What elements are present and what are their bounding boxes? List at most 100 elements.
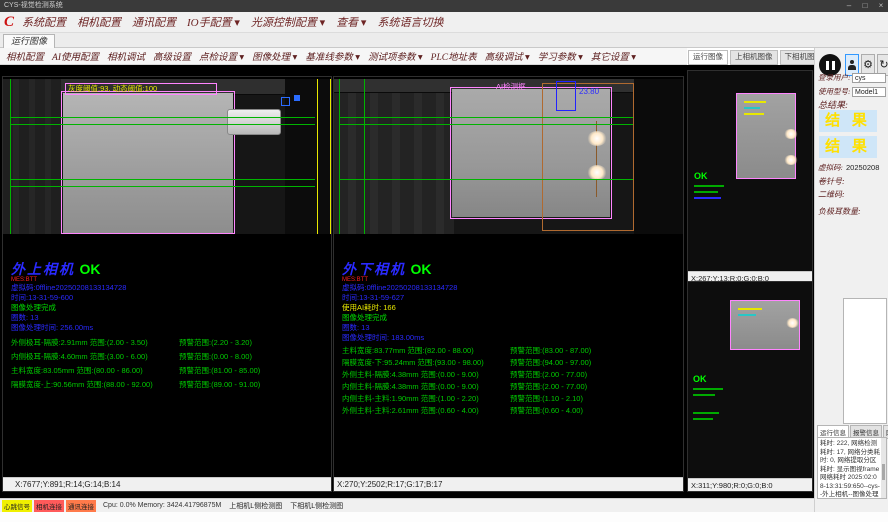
measurement-row: 外侧极耳-隔膜:2.91mm 范围:(2.00 - 3.50) 预警范围:(2.… <box>11 337 327 351</box>
left-coordinate-bar: X:7677;Y:891;R:14;G:14;B:14 <box>3 477 331 491</box>
left-result-header: 外上相机 OK MES:BTT 虚拟码:0ffline2025020813313… <box>11 259 126 333</box>
menu-camera-config[interactable]: 相机配置 <box>77 14 121 30</box>
measurement-warning: 预警范围:(94.00 - 97.00) <box>510 357 591 369</box>
measurement-text: 外侧主料-主料:2.61mm 范围:(0.60 - 4.00) <box>342 405 510 417</box>
upper-camera-link[interactable]: 上相机L侧检测图 <box>229 501 282 511</box>
machinery-left-column <box>3 79 61 234</box>
cpu-memory-status: Cpu: 0.0% Memory: 3424.41796875M <box>103 502 221 509</box>
left-loop-count: 圈数: 13 <box>11 313 126 323</box>
menu-io-config[interactable]: IO手配置 ▾ <box>187 14 240 30</box>
roi-pink-box <box>61 91 235 234</box>
preview-tab-strip: 运行图像 上相机图像 下相机图像 <box>688 50 827 65</box>
right-coordinate-bar: X:270;Y:2502;R:17;G:17;B:17 <box>334 477 683 491</box>
model-label: 使用型号: <box>818 86 851 97</box>
window-title: CYS-视觉检测系统 <box>4 2 63 9</box>
result-list[interactable] <box>843 298 887 424</box>
machinery-right-dark <box>285 79 331 234</box>
preview-ok-badge: OK <box>693 374 707 384</box>
green-guide-line <box>339 179 633 180</box>
left-camera-view[interactable]: 灰度阈值:93, 动态阈值:100 外上相机 OK MES:BTT 虚拟码:0f… <box>2 76 332 492</box>
tool-image-processing[interactable]: 图像处理 ▾ <box>252 49 297 63</box>
lower-camera-preview[interactable]: OK X:311;Y:980;R:0;G:0;B:0 <box>687 281 813 492</box>
tool-baseline-params[interactable]: 基准线参数 ▾ <box>305 49 360 63</box>
left-measurement-list: 外侧极耳-隔膜:2.91mm 范围:(2.00 - 3.50) 预警范围:(2.… <box>11 337 327 393</box>
window-controls: – □ × <box>844 0 886 12</box>
tool-camera-debug[interactable]: 相机调试 <box>107 49 145 63</box>
preview-tab-run[interactable]: 运行图像 <box>688 50 728 65</box>
right-virtual-code: 虚拟码:0ffline20250208133134728 <box>342 283 457 293</box>
maximize-icon[interactable]: □ <box>860 0 870 12</box>
measurement-warning: 预警范围:(2.00 - 77.00) <box>510 381 587 393</box>
measurement-text: 隔膜宽度-上:90.56mm 范围:(88.00 - 92.00) <box>11 379 179 393</box>
measurement-text: 内侧极耳-隔膜:4.60mm 范围:(3.00 - 6.00) <box>11 351 179 365</box>
tool-camera-config[interactable]: 相机配置 <box>6 49 44 63</box>
log-scrollbar[interactable] <box>881 438 886 498</box>
blue-marker-box <box>281 97 290 106</box>
measurement-row: 内侧主料-隔膜:4.38mm 范围:(0.00 - 9.00) 预警范围:(2.… <box>342 381 679 393</box>
green-guide-line-vertical <box>364 79 365 234</box>
tool-learning-params[interactable]: 学习参数 ▾ <box>538 49 583 63</box>
green-guide-line <box>11 124 315 125</box>
preview-info-line <box>694 197 721 199</box>
menu-bar: C 系统配置 相机配置 通讯配置 IO手配置 ▾ 光源控制配置 ▾ 查看 ▾ 系… <box>0 12 888 33</box>
login-user-label: 登录用户: <box>818 72 851 83</box>
green-guide-line <box>11 117 315 118</box>
bright-reflection <box>587 131 607 146</box>
right-loop-count: 圈数: 13 <box>342 323 457 333</box>
preview-tab-upper-camera[interactable]: 上相机图像 <box>730 50 778 65</box>
toolbar: 相机配置 AI使用配置 相机调试 高级设置 点检设置 ▾ 图像处理 ▾ 基准线参… <box>0 48 687 65</box>
model-field: 使用型号: Model1 <box>818 86 886 97</box>
log-output[interactable]: 耗时: 222, 网络检测耗时: 17, 网络分类耗时: 0, 网络提取分区耗时… <box>817 437 887 499</box>
menu-comm-config[interactable]: 通讯配置 <box>132 14 176 30</box>
bright-reflection <box>587 165 607 180</box>
preview-info-line <box>693 394 715 396</box>
ai-box-label: AI检测框 <box>496 81 526 92</box>
green-guide-line <box>339 124 633 125</box>
minimize-icon[interactable]: – <box>844 0 854 12</box>
tool-advanced-debug[interactable]: 高级调试 ▾ <box>485 49 530 63</box>
measurement-row: 主料宽度:83.05mm 范围:(80.00 - 86.00) 预警范围:(81… <box>11 365 327 379</box>
green-guide-line <box>11 179 315 180</box>
measurement-warning: 预警范围:(89.00 - 91.00) <box>179 379 260 393</box>
left-camera-image: 灰度阈值:93, 动态阈值:100 <box>3 79 331 234</box>
tool-plc-address[interactable]: PLC地址表 <box>431 49 477 63</box>
close-icon[interactable]: × <box>876 0 886 12</box>
model-input[interactable]: Model1 <box>852 87 886 97</box>
measurement-row: 隔膜宽度-上:90.56mm 范围:(88.00 - 92.00) 预警范围:(… <box>11 379 327 393</box>
tool-ai-usage-config[interactable]: AI使用配置 <box>52 49 99 63</box>
measurement-text: 内侧主料-隔膜:4.38mm 范围:(0.00 - 9.00) <box>342 381 510 393</box>
tool-advanced-settings[interactable]: 高级设置 <box>153 49 191 63</box>
menu-system-config[interactable]: 系统配置 <box>22 14 66 30</box>
bright-reflection <box>786 318 799 328</box>
menu-view[interactable]: 查看 ▾ <box>336 14 366 30</box>
menu-language-switch[interactable]: 系统语言切换 <box>377 14 443 30</box>
measurement-warning: 预警范围:(0.60 - 4.00) <box>510 405 583 417</box>
pause-icon <box>826 61 829 70</box>
measurement-warning: 预警范围:(2.00 - 77.00) <box>510 369 587 381</box>
measurement-warning: 预警范围:(81.00 - 85.00) <box>179 365 260 379</box>
measurement-warning: 预警范围:(83.00 - 87.00) <box>510 345 591 357</box>
yellow-edge-line <box>330 79 331 234</box>
left-virtual-code: 虚拟码:0ffline20250208133134728 <box>11 283 126 293</box>
upper-camera-preview[interactable]: OK X:267;Y:13;R:0;G:0;B:0 <box>687 70 813 285</box>
right-camera-view[interactable]: 23.80 AI检测框 外下相机 OK MES:BTT 虚拟码:0ffline2… <box>333 76 684 492</box>
right-ai-time: 使用AI耗时: 166 <box>342 303 457 313</box>
user-icon <box>848 60 856 70</box>
status-bar: 心跳信号 相机连接 通讯连接 Cpu: 0.0% Memory: 3424.41… <box>0 498 814 512</box>
log-scrollbar-thumb[interactable] <box>882 464 885 480</box>
tool-spot-check[interactable]: 点检设置 ▾ <box>199 49 244 63</box>
tab-strip: 运行图像 <box>0 33 888 48</box>
lower-camera-link[interactable]: 下相机L侧检测图 <box>290 501 343 511</box>
tool-other-settings[interactable]: 其它设置 ▾ <box>591 49 636 63</box>
measurement-row: 主料宽度:83.77mm 范围:(82.00 - 88.00) 预警范围:(83… <box>342 345 679 357</box>
menu-light-config[interactable]: 光源控制配置 ▾ <box>251 14 325 30</box>
login-user-input[interactable]: cys <box>852 73 886 83</box>
tool-test-params[interactable]: 测试项参数 ▾ <box>368 49 423 63</box>
switch-icon: ↻ <box>879 60 888 71</box>
tab-run-image[interactable]: 运行图像 <box>3 34 55 48</box>
right-camera-image: 23.80 AI检测框 <box>334 79 683 234</box>
side-panel: ⚙ ↻ 登录用户: cys 使用型号: Model1 总结果: 结 果 结 果 … <box>814 48 888 512</box>
left-camera-title: 外上相机 <box>11 263 75 278</box>
blue-measure-value: 23.80 <box>579 87 599 96</box>
preview-ok-badge: OK <box>694 171 708 181</box>
